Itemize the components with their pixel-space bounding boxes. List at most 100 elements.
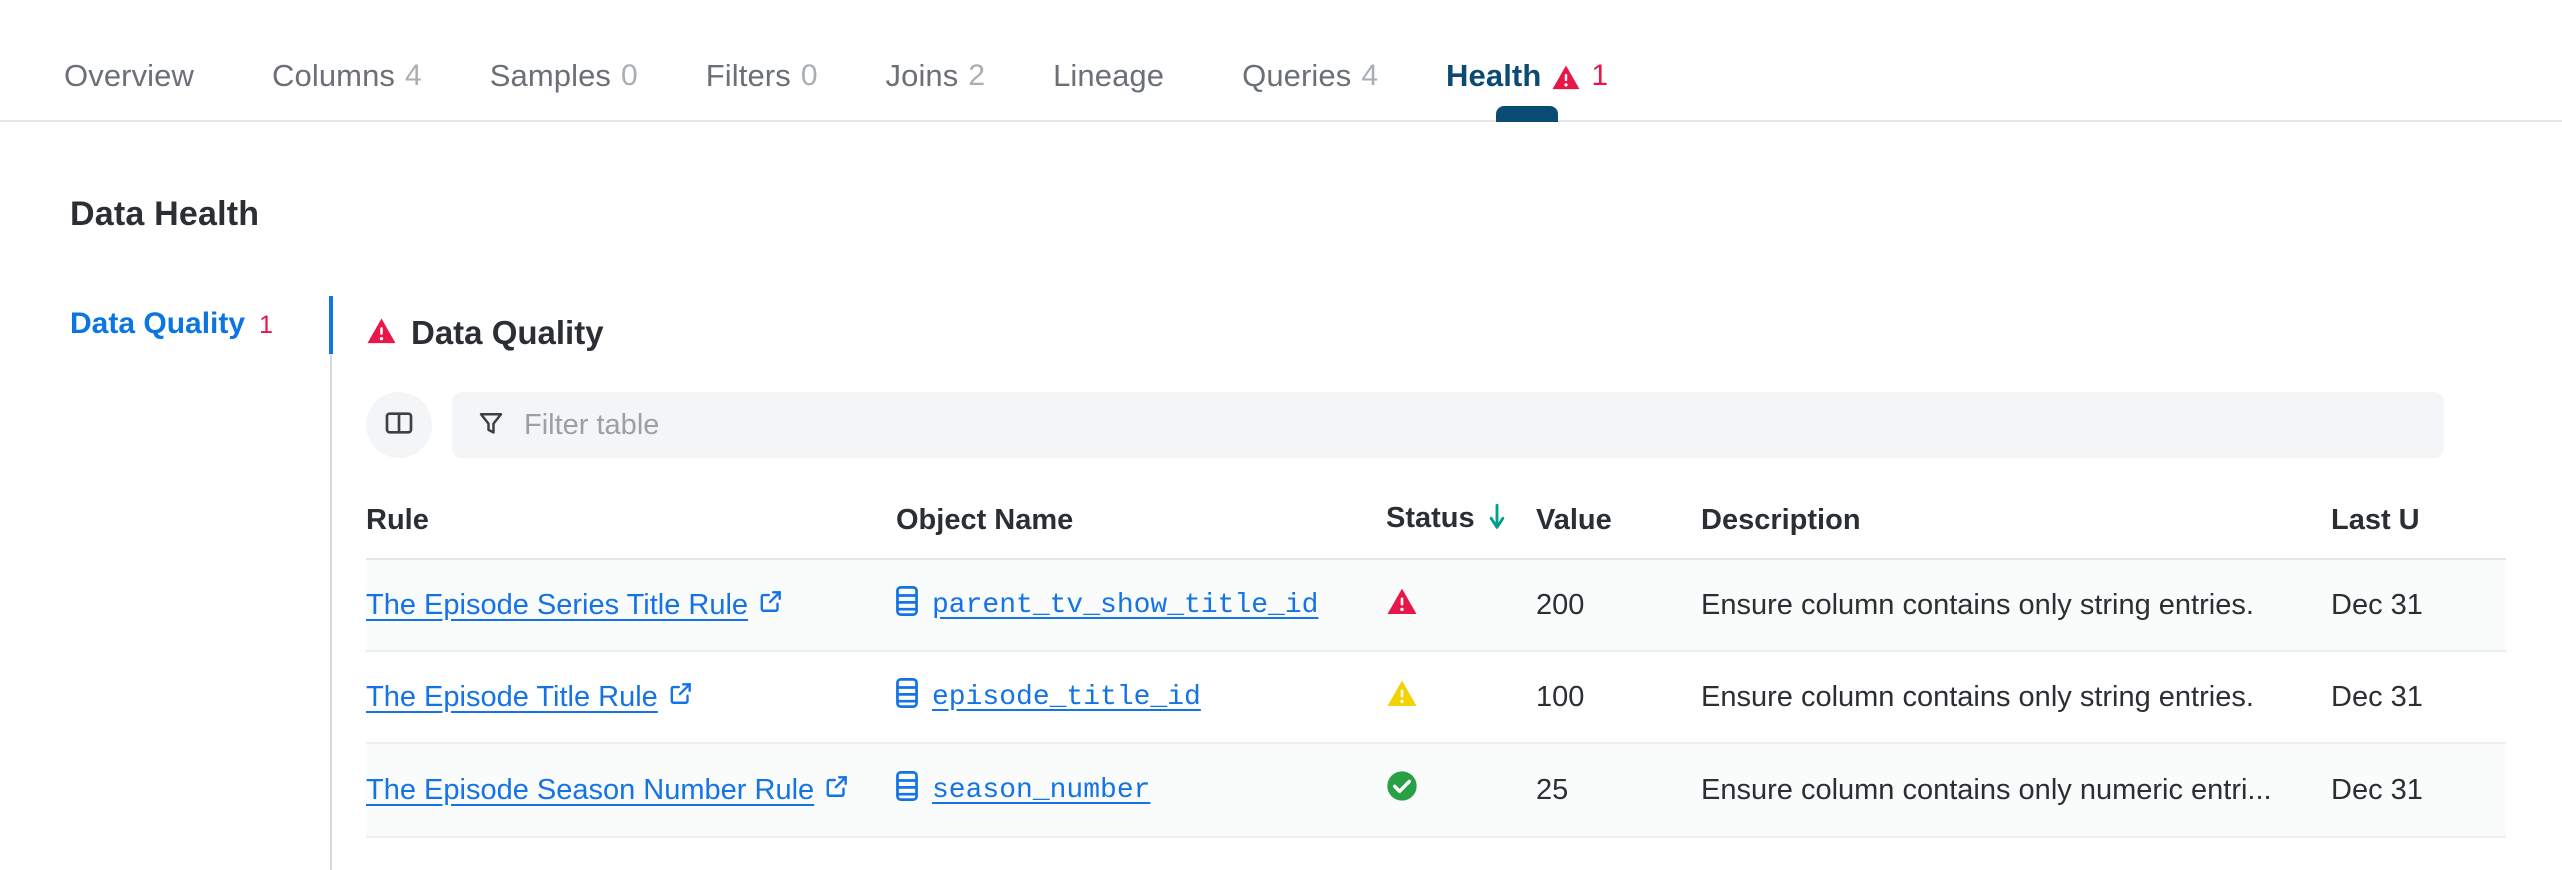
object-name-cell: episode_title_id <box>896 678 1201 716</box>
tab-filters[interactable]: Filters 0 <box>672 58 852 120</box>
object-name-link[interactable]: season_number <box>932 775 1150 806</box>
tab-count: 0 <box>621 59 638 92</box>
warning-triangle-icon <box>1386 680 1418 715</box>
tab-count: 4 <box>405 59 422 92</box>
cell-rule: The Episode Series Title Rule <box>366 559 896 651</box>
check-circle-icon <box>1386 771 1418 809</box>
column-header-description[interactable]: Description <box>1701 502 2331 559</box>
rule-link-label: The Episode Title Rule <box>366 680 658 713</box>
data-quality-table-wrapper: Rule Object Name Status Value Descriptio… <box>366 502 2506 838</box>
tab-label: Queries <box>1242 58 1352 93</box>
section-title: Data Quality <box>411 314 604 351</box>
table-header-row: Rule Object Name Status Value Descriptio… <box>366 502 2506 559</box>
column-header-label: Status <box>1386 502 1475 534</box>
tab-queries[interactable]: Queries 4 <box>1208 58 1412 120</box>
external-link-icon <box>758 588 784 622</box>
tab-health[interactable]: Health 1 <box>1412 58 1642 122</box>
table-row[interactable]: The Episode Season Number Rule season_nu… <box>366 743 2506 837</box>
table-header: Rule Object Name Status Value Descriptio… <box>366 502 2506 559</box>
cell-description: Ensure column contains only numeric entr… <box>1701 773 2272 806</box>
page-body: Data Quality 1 Data Quality Filter table… <box>0 274 2562 870</box>
tab-label: Health <box>1446 58 1542 93</box>
cell-last-updated: Dec 31 <box>2331 588 2423 621</box>
tab-columns[interactable]: Columns 4 <box>238 58 456 120</box>
tab-samples[interactable]: Samples 0 <box>456 58 672 120</box>
cell-description: Ensure column contains only string entri… <box>1701 680 2254 713</box>
cell-status <box>1386 743 1536 837</box>
cell-status <box>1386 559 1536 651</box>
column-header-label: Object Name <box>896 503 1074 536</box>
cell-object-name: parent_tv_show_title_id <box>896 559 1386 651</box>
sidebar-item-label: Data Quality <box>70 307 246 340</box>
vertical-divider <box>329 296 333 870</box>
column-header-rule[interactable]: Rule <box>366 502 896 559</box>
tab-label: Columns <box>272 58 396 93</box>
cell-rule: The Episode Title Rule <box>366 651 896 743</box>
column-icon <box>896 771 918 809</box>
cell-description: Ensure column contains only string entri… <box>1701 588 2254 621</box>
data-quality-panel: Data Quality Filter table Rule Object Na… <box>332 274 2562 870</box>
table-row[interactable]: The Episode Title Rule episode_title_id … <box>366 651 2506 743</box>
section-header: Data Quality <box>366 314 2562 352</box>
cell-value: 25 <box>1536 773 1569 806</box>
column-icon <box>896 586 918 624</box>
column-header-value[interactable]: Value <box>1536 502 1701 559</box>
column-header-label: Last U <box>2331 503 2420 536</box>
column-header-label: Rule <box>366 503 429 536</box>
cell-value: 100 <box>1536 680 1585 713</box>
warning-triangle-icon <box>366 317 397 350</box>
external-link-icon <box>668 680 694 714</box>
table-body: The Episode Series Title Rule parent_tv_… <box>366 559 2506 837</box>
table-row[interactable]: The Episode Series Title Rule parent_tv_… <box>366 559 2506 651</box>
tab-label: Samples <box>489 58 612 93</box>
sidebar-item-count: 1 <box>259 311 273 339</box>
data-quality-table: Rule Object Name Status Value Descriptio… <box>366 502 2506 838</box>
columns-panel-toggle-button[interactable] <box>366 392 432 458</box>
table-toolbar <box>366 392 2562 458</box>
column-header-status[interactable]: Status <box>1386 502 1536 559</box>
tab-label: Joins <box>885 58 959 93</box>
cell-rule: The Episode Season Number Rule <box>366 743 896 837</box>
cell-status <box>1386 651 1536 743</box>
column-icon <box>896 678 918 716</box>
tab-label: Overview <box>64 58 194 93</box>
tab-lineage[interactable]: Lineage <box>1019 58 1208 120</box>
active-tab-indicator <box>1496 106 1559 122</box>
warning-triangle-icon <box>1386 588 1418 623</box>
column-header-object-name[interactable]: Object Name <box>896 502 1386 559</box>
tab-overview[interactable]: Overview <box>30 58 238 120</box>
column-header-label: Description <box>1701 503 1861 536</box>
health-side-nav: Data Quality 1 <box>0 274 330 870</box>
tab-count: 4 <box>1361 59 1379 92</box>
active-section-marker <box>329 296 333 354</box>
object-name-cell: season_number <box>896 771 1150 809</box>
object-name-link[interactable]: episode_title_id <box>932 682 1201 713</box>
tab-label: Filters <box>705 58 791 93</box>
rule-link[interactable]: The Episode Season Number Rule <box>366 773 850 807</box>
page-title: Data Health <box>70 195 260 233</box>
warning-triangle-icon <box>1551 63 1581 90</box>
cell-value: 200 <box>1536 588 1585 621</box>
tab-bar: Overview Columns 4 Samples 0 Filters 0 J… <box>0 0 2562 122</box>
tab-count: 0 <box>800 59 818 92</box>
rule-link[interactable]: The Episode Series Title Rule <box>366 588 784 622</box>
rule-link[interactable]: The Episode Title Rule <box>366 680 694 714</box>
sidebar-item-data-quality[interactable]: Data Quality 1 <box>70 307 330 341</box>
column-header-label: Value <box>1536 503 1612 536</box>
filter-table-field[interactable] <box>452 392 2444 458</box>
cell-last-updated: Dec 31 <box>2331 680 2423 713</box>
funnel-icon <box>476 408 506 443</box>
rule-link-label: The Episode Season Number Rule <box>366 773 815 806</box>
external-link-icon <box>824 773 850 807</box>
cell-last-updated: Dec 31 <box>2331 773 2423 806</box>
tab-joins[interactable]: Joins 2 <box>852 58 1020 120</box>
column-header-last-updated[interactable]: Last U <box>2331 502 2506 559</box>
rule-link-label: The Episode Series Title Rule <box>366 588 749 621</box>
filter-table-input[interactable] <box>522 407 2420 443</box>
cell-object-name: season_number <box>896 743 1386 837</box>
tab-label: Lineage <box>1053 58 1165 93</box>
object-name-link[interactable]: parent_tv_show_title_id <box>932 590 1318 621</box>
arrow-down-icon[interactable] <box>1489 503 1505 538</box>
cell-object-name: episode_title_id <box>896 651 1386 743</box>
object-name-cell: parent_tv_show_title_id <box>896 586 1318 624</box>
